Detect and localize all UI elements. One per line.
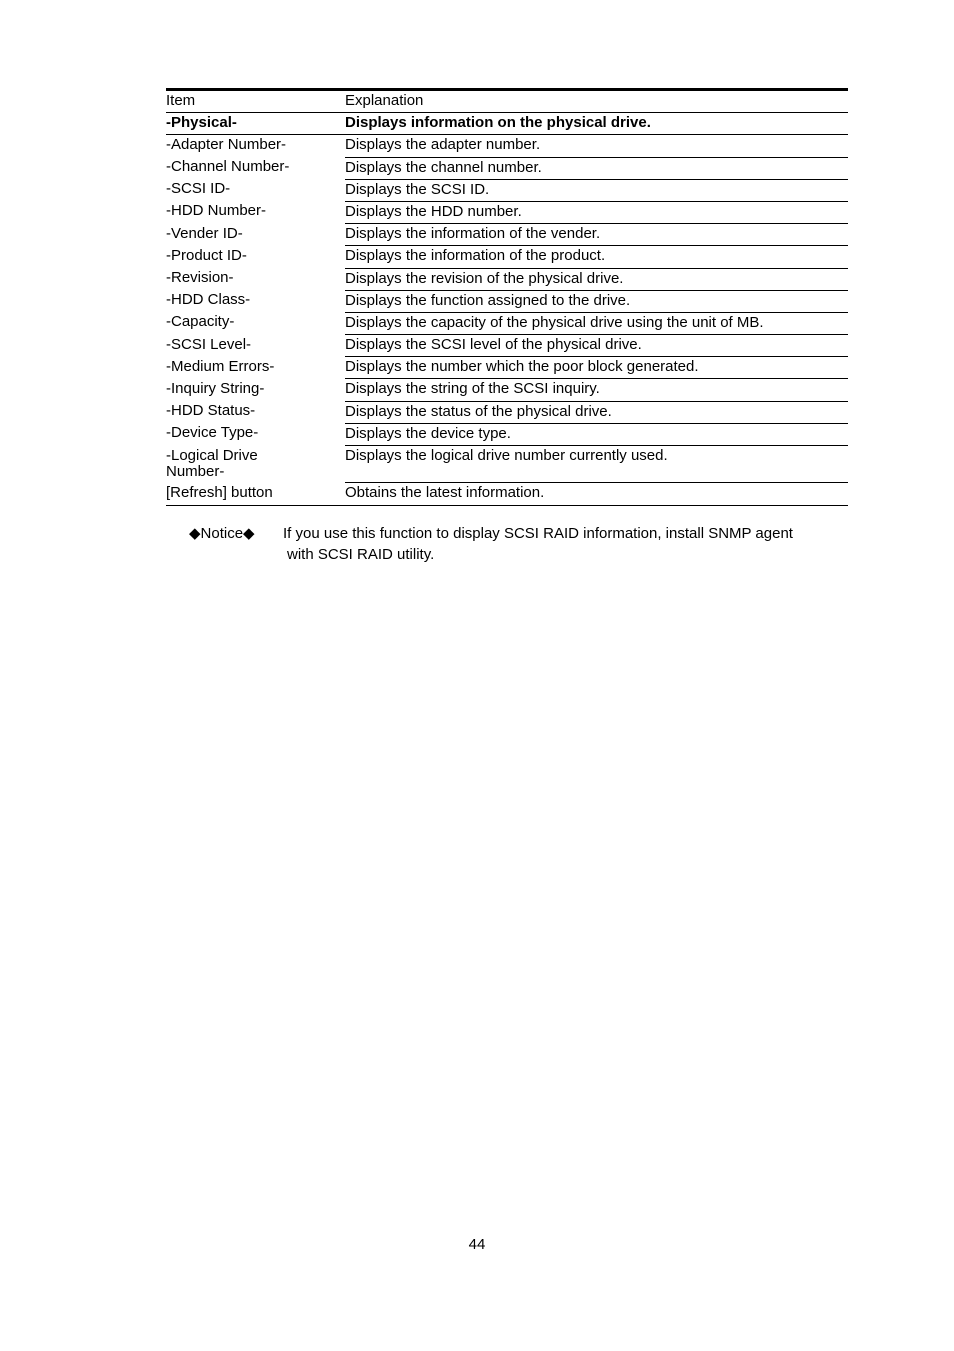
table-cell-item: -HDD Status- (166, 402, 256, 420)
notice-text-line-2: with SCSI RAID utility. (287, 546, 435, 564)
table-row: -Capacity- Displays the capacity of the p… (166, 312, 848, 336)
table-cell-explanation: Displays the channel number. (345, 157, 848, 180)
notice-label: ◆Notice◆ (189, 525, 255, 542)
table-cell-explanation: Displays the SCSI ID. (345, 179, 848, 202)
table-cell-explanation: Displays information on the physical dri… (345, 112, 848, 136)
table-cell-item: -Capacity- (166, 313, 235, 331)
table-row: -Medium Errors- Displays the number which… (166, 356, 848, 380)
table-cell-explanation: Obtains the latest information. (345, 482, 848, 506)
table-cell-explanation: Displays the SCSI level of the physical … (345, 334, 848, 358)
table-cell-item: -SCSI ID- (166, 180, 231, 198)
table-cell-explanation: Displays the device type. (345, 423, 848, 447)
table-row: Item Explanation (166, 87, 848, 114)
table-cell-item: -Product ID- (166, 246, 247, 264)
page-number: 44 (468, 1236, 486, 1253)
table-row: -Revision- Displays the revision of the p… (166, 268, 848, 291)
table-cell-item: -Revision- (166, 269, 234, 286)
table-cell-explanation: Displays the status of the physical driv… (345, 401, 848, 424)
table-row: -HDD Class- Displays the function assigne… (166, 290, 848, 313)
notice-block: ◆Notice◆ If you use this function to dis… (189, 523, 851, 566)
table-row: -Physical- Displays information on the ph… (166, 112, 848, 136)
table-row: -SCSI Level- Displays the SCSI level of t… (166, 334, 848, 358)
table-cell-item: -Adapter Number- (166, 136, 287, 154)
table-cell-item: -Physical- (166, 112, 345, 136)
table-row: -HDD Status- Displays the status of the p… (166, 401, 848, 424)
table-row: -Logical Drive Number- Displays the logic… (166, 445, 848, 484)
physical-drive-spec-table-wrap: Item Explanation -Physical- Displays inform… (166, 87, 848, 506)
table-row: -Inquiry String- Displays the string of t… (166, 378, 848, 402)
table-cell-item: -Medium Errors- (166, 357, 275, 375)
table-cell-item: -HDD Number- (166, 202, 267, 220)
physical-drive-spec-table: Item Explanation -Physical- Displays inform… (166, 87, 848, 506)
table-body: Item Explanation -Physical- Displays inform… (166, 87, 848, 506)
table-cell-item: -Vender ID- (166, 224, 243, 242)
table-row: -Product ID- Displays the information of … (166, 245, 848, 269)
table-row: -HDD Number- Displays the HDD number. (166, 201, 848, 225)
table-row: -Adapter Number- Displays the adapter num… (166, 134, 848, 158)
table-cell-explanation: Displays the information of the product. (345, 245, 848, 269)
table-cell-explanation: Displays the revision of the physical dr… (345, 268, 848, 291)
table-cell-explanation: Explanation (345, 87, 848, 114)
table-cell-item: [Refresh] button (166, 482, 345, 506)
table-cell-explanation: Displays the string of the SCSI inquiry. (345, 378, 848, 402)
table-cell-item: -Channel Number- (166, 158, 290, 176)
table-cell-explanation: Displays the HDD number. (345, 201, 848, 225)
table-cell-item: -Logical Drive Number- (166, 446, 258, 480)
table-cell-explanation: Displays the capacity of the physical dr… (345, 312, 848, 336)
table-cell-item: -Device Type- (166, 424, 259, 442)
table-cell-explanation: Displays the number which the poor block… (345, 356, 848, 380)
table-cell-explanation: Displays the logical drive number curren… (345, 445, 848, 484)
table-row: -Vender ID- Displays the information of t… (166, 223, 848, 247)
table-row: -Device Type- Displays the device type. (166, 423, 848, 447)
table-row: [Refresh] button Obtains the latest infor… (166, 482, 848, 506)
notice-text-line-1: If you use this function to display SCSI… (283, 525, 793, 542)
table-cell-explanation: Displays the adapter number. (345, 134, 848, 158)
table-cell-item: -SCSI Level- (166, 335, 252, 353)
table-cell-explanation: Displays the information of the vender. (345, 223, 848, 247)
table-cell-explanation: Displays the function assigned to the dr… (345, 290, 848, 313)
table-cell-item: -HDD Class- (166, 291, 251, 309)
table-cell-item: -Inquiry String- (166, 379, 265, 397)
document-page: Item Explanation -Physical- Displays inform… (0, 0, 954, 1351)
table-cell-item: Item (166, 87, 345, 114)
notice-text: If you use this function to display SCSI… (283, 523, 851, 566)
table-row: -Channel Number- Displays the channel num… (166, 157, 848, 180)
table-row: -SCSI ID- Displays the SCSI ID. (166, 179, 848, 202)
